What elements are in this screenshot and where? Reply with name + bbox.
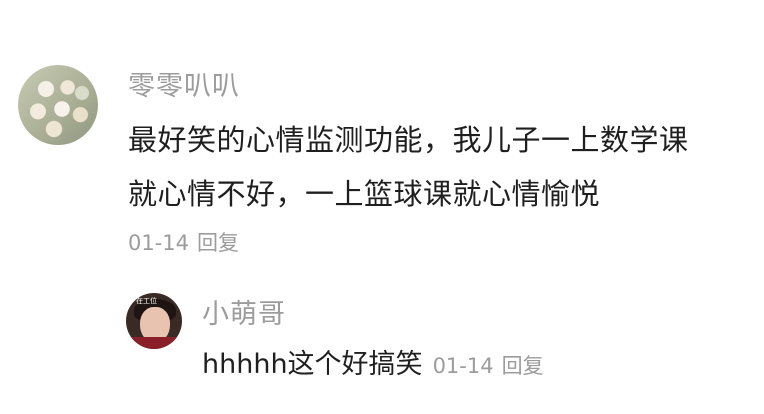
comment-meta: 01-14 回复 (128, 229, 239, 257)
comment-thread: 零零叭叭 最好笑的心情监测功能，我儿子一上数学课 就心情不好，一上篮球课就心情愉… (0, 0, 764, 414)
comment-text-line: 就心情不好，一上篮球课就心情愉悦 (128, 177, 601, 211)
avatar-shirt (130, 337, 178, 349)
comment-text-line: 最好笑的心情监测功能，我儿子一上数学课 (128, 123, 689, 157)
reply-date: 01-14 (432, 354, 494, 378)
avatar[interactable] (18, 65, 98, 145)
reply-text: hhhhh这个好搞笑 (202, 349, 423, 380)
reply-meta: 01-14 回复 (433, 354, 544, 378)
avatar-caption: 在工位 (136, 297, 157, 305)
reply-content: hhhhh这个好搞笑 01-14 回复 (202, 345, 544, 386)
comment-text: 最好笑的心情监测功能，我儿子一上数学课 就心情不好，一上篮球课就心情愉悦 (128, 113, 758, 221)
reply-button[interactable]: 回复 (197, 231, 239, 255)
comment-date: 01-14 (128, 231, 190, 255)
reply-username[interactable]: 小萌哥 (202, 299, 286, 331)
comment-username[interactable]: 零零叭叭 (128, 71, 240, 103)
reply-button[interactable]: 回复 (502, 354, 544, 378)
reply-avatar[interactable]: 在工位 (126, 293, 182, 349)
